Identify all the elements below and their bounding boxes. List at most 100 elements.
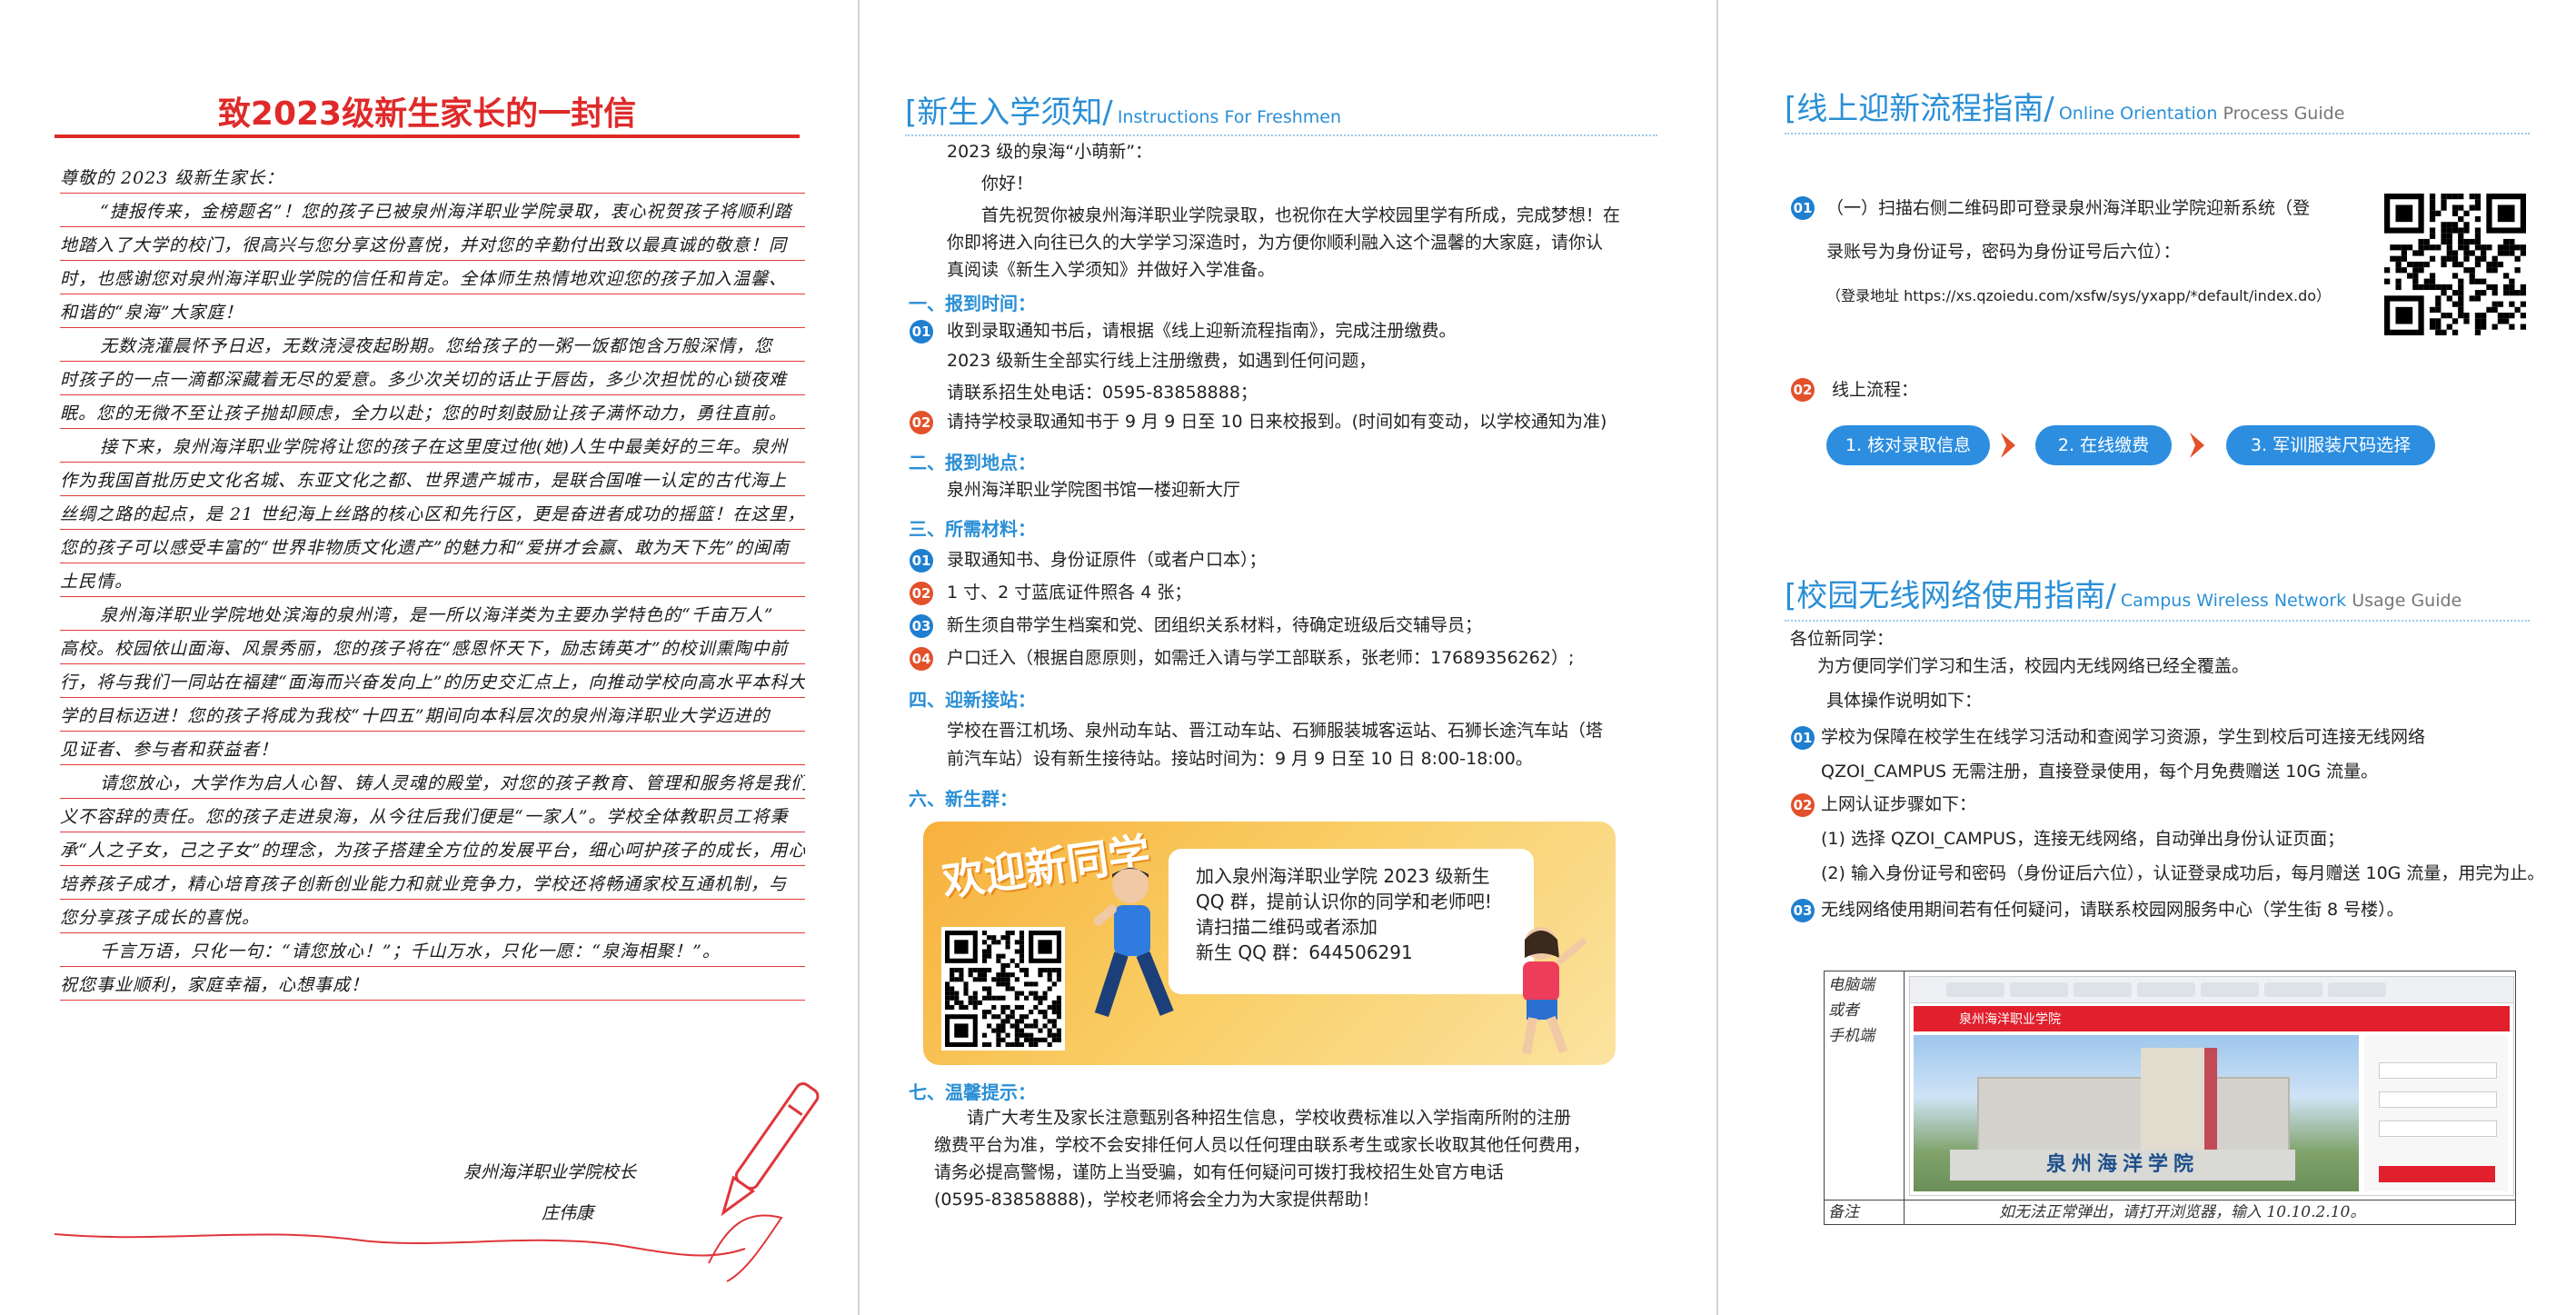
group-info-line: 新生 QQ 群：644506291 xyxy=(1196,941,1413,963)
letter-line: 您分享孩子成长的喜悦。 xyxy=(60,900,805,933)
time-item-1c: 请联系招生处电话：0595-83858888； xyxy=(947,383,1258,403)
section-title-materials: 三、所需材料： xyxy=(909,518,1036,540)
flow-label: 线上流程： xyxy=(1832,380,1919,400)
wifi-greeting: 各位新同学： xyxy=(1790,629,1895,649)
time-item-1b: 2023 级新生全部实行线上注册缴费，如遇到任何问题， xyxy=(947,351,1377,371)
letter-line: 泉州海洋职业学院地处滨海的泉州湾，是一所以海洋类为主要办学特色的“千亩万人” xyxy=(60,597,805,631)
login-step: （一）扫描右侧二维码即可登录泉州海洋职业学院迎新系统（登 xyxy=(1826,198,2311,218)
chevron-right-icon xyxy=(2190,433,2204,458)
browser-tab xyxy=(1946,982,2004,997)
letter-line: 丝绸之路的起点，是 21 世纪海上丝路的核心区和先行区，更是奋进者成功的摇篮！在… xyxy=(60,496,805,530)
letter-body: 尊敬的 2023 级新生家长： “捷报传来，金榜题名”！您的孩子已被泉州海洋职业学… xyxy=(60,160,805,1001)
letter-line: 高校。校园依山面海、风景秀丽，您的孩子将在“感恩怀天下，励志铸英才”的校训熏陶中… xyxy=(60,631,805,664)
letter-line: 接下来，泉州海洋职业学院将让您的孩子在这里度过他(她)人生中最美好的三年。泉州 xyxy=(60,429,805,463)
online-guide-heading: [线上迎新流程指南/ Online Orientation Process Gu… xyxy=(1785,91,2345,127)
tips-text: 请广大考生及家长注意甄别各种招生信息，学校收费标准以入学指南所附的注册 xyxy=(967,1108,1572,1128)
device-label: 电脑端 或者 手机端 xyxy=(1828,976,1875,1045)
greeting: 2023 级的泉海“小萌新”： xyxy=(947,142,1153,162)
place-text: 泉州海洋职业学院图书馆一楼迎新大厅 xyxy=(947,480,1241,500)
materials-item: 户口迁入（根据自愿原则，如需迁入请与学工部联系，张老师：17689356262）… xyxy=(947,648,1575,668)
letter-line: 和谐的“泉海”大家庭！ xyxy=(60,294,805,328)
letter-line: 行，将与我们一同站在福建“面海而兴奋发向上”的历史交汇点上，向推动学校向高水平本… xyxy=(60,664,805,698)
login-url[interactable]: （登录地址 https://xs.qzoiedu.com/xsfw/sys/yx… xyxy=(1826,282,2331,310)
number-badge: 03 xyxy=(910,614,933,638)
time-item-1: 收到录取通知书后，请根据《线上迎新流程指南》，完成注册缴费。 xyxy=(947,321,1457,341)
letter-line: 请您放心，大学作为启人心智、铸人灵魂的殿堂，对您的孩子教育、管理和服务将是我们 xyxy=(60,765,805,799)
letter-panel: 致2023级新生家长的一封信 尊敬的 2023 级新生家长： “捷报传来，金榜题名… xyxy=(0,0,858,1315)
qr-code-icon xyxy=(2384,194,2526,335)
browser-tab xyxy=(2201,982,2259,997)
browser-tab-bar xyxy=(1910,977,2513,1003)
portal-header: 泉州海洋职业学院 xyxy=(1914,1006,2510,1031)
instructions-heading: [新生入学须知/ Instructions For Freshmen xyxy=(905,95,1341,131)
letter-title: 致2023级新生家长的一封信 xyxy=(217,95,637,133)
password-field[interactable] xyxy=(2379,1091,2497,1108)
table-divider xyxy=(1904,971,1905,1225)
fold-line xyxy=(858,0,860,1315)
username-field[interactable] xyxy=(2379,1062,2497,1079)
note-label: 备注 xyxy=(1828,1203,1859,1221)
wifi-intro: 具体操作说明如下： xyxy=(1826,691,1983,711)
letter-line: 祝您事业顺利，家庭幸福，心想事成！ xyxy=(60,967,805,1001)
heading-rule xyxy=(905,134,1657,136)
letter-line: 尊敬的 2023 级新生家长： xyxy=(60,160,805,194)
section-title-time: 一、报到时间： xyxy=(909,293,1036,314)
wifi-step: (2) 输入身份证号和密码（身份证后六位），认证登录成功后，每月赠送 10G 流… xyxy=(1821,863,2545,883)
pickup-text: 学校在晋江机场、泉州动车站、晋江动车站、石狮服装城客运站、石狮长途汽车站（塔 xyxy=(947,721,1604,741)
tips-text: (0595-83858888)，学校老师将会全力为大家提供帮助！ xyxy=(934,1190,1379,1210)
letter-line: 义不容辞的责任。您的孩子走进泉海，从今往后我们便是“一家人”。学校全体教职员工将… xyxy=(60,799,805,832)
materials-item: 新生须自带学生档案和党、团组织关系材料，待确定班级后交辅导员； xyxy=(947,615,1483,635)
pen-icon xyxy=(721,1082,820,1217)
number-badge: 04 xyxy=(910,647,933,671)
letter-line: 时孩子的一点一滴都深藏着无尽的爱意。多少次关切的话止于唇齿，多少次担忧的心锁夜难 xyxy=(60,362,805,395)
wifi-item: 无线网络使用期间若有任何疑问，请联系校园网服务中心（学生街 8 号楼）。 xyxy=(1821,900,2404,920)
tips-text: 缴费平台为准，学校不会安排任何人员以任何理由联系考生或家长收取其他任何费用， xyxy=(934,1135,1591,1155)
section-title-tips: 七、温馨提示： xyxy=(909,1081,1036,1103)
number-badge: 01 xyxy=(1791,726,1815,750)
captcha-field[interactable] xyxy=(2379,1121,2497,1137)
heading-rule xyxy=(1785,620,2530,622)
login-qr-code[interactable] xyxy=(2384,194,2526,335)
tips-text: 请务必提高警惕，谨防上当受骗，如有任何疑问可拨打我校招生处官方电话 xyxy=(934,1162,1505,1182)
group-info-line: 加入泉州海洋职业学院 2023 级新生 xyxy=(1196,865,1490,887)
wifi-guide-heading: [校园无线网络使用指南/ Campus Wireless Network Usa… xyxy=(1785,578,2462,614)
letter-line: 时，也感谢您对泉州海洋职业学院的信任和肯定。全体师生热情地欢迎您的孩子加入温馨、 xyxy=(60,261,805,294)
qr-code-icon xyxy=(945,931,1061,1047)
number-badge: 02 xyxy=(910,411,933,434)
chevron-right-icon xyxy=(2001,433,2015,458)
flow-step-verify[interactable]: 1. 核对录取信息 xyxy=(1826,425,1990,465)
browser-tab xyxy=(2328,982,2386,997)
login-step: 录账号为身份证号，密码为身份证号后六位）： xyxy=(1826,242,2181,262)
hello: 你好！ xyxy=(981,174,1034,194)
intro-line: 你即将进入向往已久的大学学习深造时，为方便你顺利融入这个温馨的大家庭，请你认 xyxy=(947,233,1604,253)
campus-photo: 泉州海洋学院 xyxy=(1914,1035,2359,1191)
section-title-place: 二、报到地点： xyxy=(909,452,1036,473)
number-badge: 02 xyxy=(1791,378,1815,402)
login-button[interactable] xyxy=(2379,1166,2495,1182)
letter-line: 土民情。 xyxy=(60,563,805,597)
time-item-2: 请持学校录取通知书于 9 月 9 日至 10 日来校报到。(时间如有变动，以学校… xyxy=(947,412,1607,432)
intro-line: 首先祝贺你被泉州海洋职业学院录取，也祝你在大学校园里学有所成，完成梦想！在 xyxy=(981,205,1621,225)
number-badge: 02 xyxy=(910,582,933,605)
campus-sign: 泉州海洋学院 xyxy=(1950,1150,2295,1181)
note-text: 如无法正常弹出，请打开浏览器，输入 10.10.2.10。 xyxy=(1999,1203,2366,1221)
number-badge: 02 xyxy=(1791,793,1815,817)
letter-line: 培养孩子成才，精心培育孩子创新创业能力和就业竞争力，学校还将畅通家校互通机制，与 xyxy=(60,866,805,900)
portal-login-form xyxy=(2364,1035,2508,1191)
wifi-item: 上网认证步骤如下： xyxy=(1821,794,1977,814)
intro-line: 真阅读《新生入学须知》并做好入学准备。 xyxy=(947,260,1276,280)
number-badge: 01 xyxy=(1791,196,1815,220)
qq-group-qr-code[interactable] xyxy=(941,927,1065,1051)
browser-screenshot: 泉州海洋职业学院 泉州海洋学院 xyxy=(1909,976,2514,1196)
signature-school: 泉州海洋职业学院校长 xyxy=(463,1162,637,1182)
fold-line xyxy=(1716,0,1718,1315)
qq-group-card: 欢迎新同学 加入泉州海洋职业学院 2023 级新生 QQ 群，提前认识你的同学和… xyxy=(923,822,1616,1065)
letter-line: 见证者、参与者和获益者！ xyxy=(60,732,805,765)
portal-header-title: 泉州海洋职业学院 xyxy=(1959,1012,2061,1027)
flow-step-payment[interactable]: 2. 在线缴费 xyxy=(2035,425,2172,465)
letter-line: “捷报传来，金榜题名”！您的孩子已被泉州海洋职业学院录取，衷心祝贺孩子将顺利踏 xyxy=(60,194,805,227)
wifi-item: 学校为保障在校学生在线学习活动和查阅学习资源，学生到校后可连接无线网络 xyxy=(1821,727,2426,747)
flow-step-uniform-size[interactable]: 3. 军训服装尺码选择 xyxy=(2226,425,2435,465)
section-title-group: 六、新生群： xyxy=(909,788,1018,810)
browser-tab xyxy=(2074,982,2132,997)
